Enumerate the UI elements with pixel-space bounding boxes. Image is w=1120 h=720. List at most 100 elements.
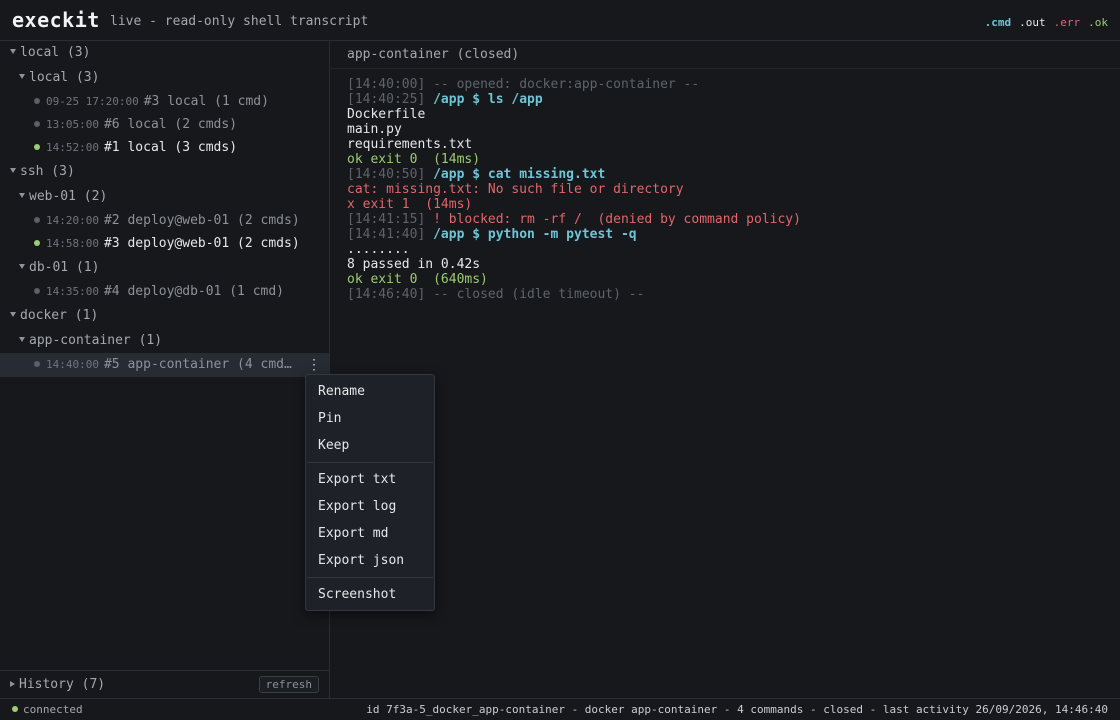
transcript-line: [14:40:25] /app $ ls /app [347,92,801,107]
color-legend: .cmd .out .err .ok [985,16,1108,29]
status-dot-icon [34,120,40,127]
line-timestamp: [14:40:25] [347,92,426,107]
transcript-line: x exit 1 (14ms) [347,197,801,212]
group-local[interactable]: local (3) [0,41,329,65]
chevron-right-icon [10,680,15,687]
line-timestamp: [14:46:40] [347,287,426,302]
history-panel: History (7) refresh [0,670,329,698]
transcript-line: [14:41:15] ! blocked: rm -rf / (denied b… [347,212,801,227]
group-label: app-container (1) [29,333,163,348]
menu-item-pin[interactable]: Pin [306,405,434,432]
session-time: 14:58:00 [46,237,99,250]
line-out: Dockerfile [347,107,426,122]
status-bar: connected id 7f3a-5_docker_app-container… [0,698,1120,720]
line-timestamp: [14:41:40] [347,227,426,242]
line-err: ! blocked: rm -rf / (denied by command p… [425,212,801,227]
session-context-menu: Rename Pin Keep Export txt Export log Ex… [305,374,435,611]
session-item[interactable]: 14:58:00 #3 deploy@web-01 (2 cmds) [0,232,329,256]
transcript-line: cat: missing.txt: No such file or direct… [347,182,801,197]
status-dot-icon [34,287,40,294]
history-toggle[interactable]: History (7) [10,677,105,692]
group-docker[interactable]: docker (1) [0,304,329,328]
chevron-down-icon [10,168,16,173]
transcript-title: app-container (closed) [347,47,520,62]
line-timestamp: [14:41:15] [347,212,426,227]
line-out: ........ [347,242,410,257]
transcript-line: main.py [347,122,801,137]
line-sys: -- closed (idle timeout) -- [425,287,645,302]
chevron-down-icon [10,312,16,317]
transcript-line: Dockerfile [347,107,801,122]
session-name: #2 deploy@web-01 (2 cmds) [103,213,300,228]
line-cmd: /app $ python -m pytest -q [425,227,637,242]
line-out: 8 passed in 0.42s [347,257,481,272]
legend-cmd: .cmd [984,16,1012,29]
transcript-line: [14:40:00] -- opened: docker:app-contain… [347,77,801,92]
session-item[interactable]: 09-25 17:20:00 #3 local (1 cmd) [0,90,329,114]
menu-item-export-json[interactable]: Export json [306,547,434,574]
menu-item-export-log[interactable]: Export log [306,493,434,520]
chevron-down-icon [19,264,25,269]
session-item-selected[interactable]: 14:40:00 #5 app-container (4 cmd… ⋮ [0,353,329,377]
session-name: #4 deploy@db-01 (1 cmd) [103,284,284,299]
menu-divider [307,577,433,578]
app-title: execkit [12,8,100,32]
menu-item-export-md[interactable]: Export md [306,520,434,547]
session-time: 14:40:00 [46,358,99,371]
chevron-down-icon [19,337,25,342]
subgroup-db-01[interactable]: db-01 (1) [0,256,329,280]
chevron-down-icon [19,74,25,79]
subgroup-web-01[interactable]: web-01 (2) [0,185,329,209]
subgroup-app-container[interactable]: app-container (1) [0,329,329,353]
session-name: #6 local (2 cmds) [103,117,238,132]
transcript-line: [14:41:40] /app $ python -m pytest -q [347,227,801,242]
line-cmd: /app $ ls /app [425,92,543,107]
transcript-line: ........ [347,242,801,257]
group-label: docker (1) [20,308,99,323]
legend-out: .out [1019,16,1046,29]
transcript-pane: app-container (closed) [14:40:00] -- ope… [331,41,1120,698]
session-sidebar: local (3) local (3) 09-25 17:20:00 #3 loc… [0,41,330,698]
line-timestamp: [14:40:00] [347,77,426,92]
top-bar: execkit live - read-only shell transcrip… [0,0,1120,41]
line-ok: ok exit 0 (14ms) [347,152,481,167]
subgroup-local[interactable]: local (3) [0,66,329,90]
connection-status: connected [12,703,83,716]
group-label: local (3) [29,70,100,85]
live-dot-icon [34,239,40,246]
session-time: 14:20:00 [46,214,99,227]
session-name: #3 local (1 cmd) [143,94,269,109]
history-label: History (7) [19,677,106,692]
chevron-down-icon [19,193,25,198]
transcript-line: ok exit 0 (14ms) [347,152,801,167]
group-ssh[interactable]: ssh (3) [0,160,329,184]
group-label: ssh (3) [20,164,75,179]
session-item[interactable]: 14:20:00 #2 deploy@web-01 (2 cmds) [0,209,329,233]
session-time: 13:05:00 [46,118,99,131]
menu-divider [307,462,433,463]
transcript-line: 8 passed in 0.42s [347,257,801,272]
session-time: 14:35:00 [46,285,99,298]
menu-item-keep[interactable]: Keep [306,432,434,459]
session-item[interactable]: 14:52:00 #1 local (3 cmds) [0,136,329,160]
line-timestamp: [14:40:50] [347,167,426,182]
session-item[interactable]: 13:05:00 #6 local (2 cmds) [0,113,329,137]
menu-item-export-txt[interactable]: Export txt [306,466,434,493]
connection-label: connected [23,703,83,716]
legend-err: .err [1053,16,1081,29]
transcript-body: [14:40:00] -- opened: docker:app-contain… [347,77,801,302]
connected-dot-icon [12,706,18,712]
transcript-line: [14:40:50] /app $ cat missing.txt [347,167,801,182]
app-subtitle: live - read-only shell transcript [110,14,369,29]
session-item[interactable]: 14:35:00 #4 deploy@db-01 (1 cmd) [0,280,329,304]
status-dot-icon [34,360,40,367]
menu-item-rename[interactable]: Rename [306,378,434,405]
chevron-down-icon [10,49,16,54]
menu-item-screenshot[interactable]: Screenshot [306,581,434,608]
refresh-button[interactable]: refresh [258,676,319,693]
line-out: requirements.txt [347,137,473,152]
session-time: 09-25 17:20:00 [46,95,139,108]
line-sys: -- opened: docker:app-container -- [425,77,700,92]
group-label: local (3) [20,45,91,60]
transcript-line: ok exit 0 (640ms) [347,272,801,287]
